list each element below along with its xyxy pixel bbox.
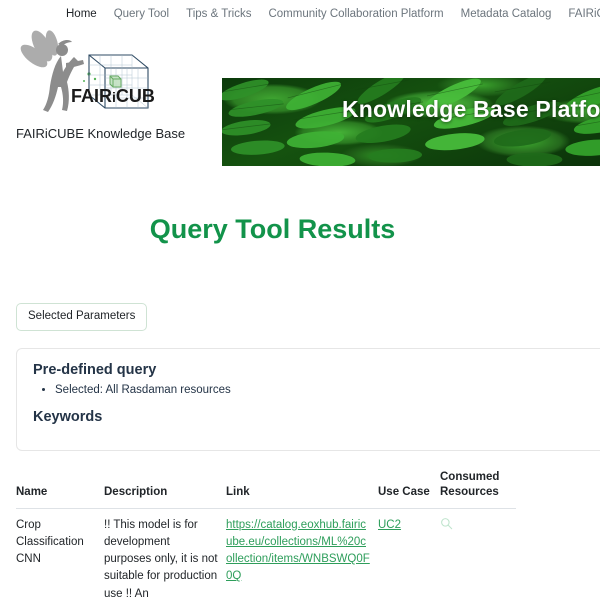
magnifier-icon[interactable] xyxy=(440,517,453,532)
header-banner: Knowledge Base Platfor xyxy=(222,78,600,166)
column-header-name: Name xyxy=(16,469,104,509)
table-header-row: Name Description Link Use Case Consumed … xyxy=(16,469,516,509)
brand-block[interactable]: FAIRiCUBE FAIRiCUBE Knowledge Base xyxy=(0,30,220,141)
nav-item-tips-tricks[interactable]: Tips & Tricks xyxy=(186,9,251,21)
nav-item-query-tool[interactable]: Query Tool xyxy=(114,9,169,21)
cell-use-case: UC2 xyxy=(378,508,440,600)
top-navigation: Home Query Tool Tips & Tricks Community … xyxy=(0,0,600,30)
selected-parameters-card: Pre-defined query Selected: All Rasdaman… xyxy=(16,347,600,451)
keywords-heading: Keywords xyxy=(33,408,103,425)
pre-defined-query-heading: Pre-defined query xyxy=(33,361,157,378)
fairy-cube-logo-icon: FAIRiCUBE xyxy=(14,30,167,122)
nav-item-metadata-catalog[interactable]: Metadata Catalog xyxy=(461,9,552,21)
results-table: Name Description Link Use Case Consumed … xyxy=(16,469,516,600)
cell-consumed-resources xyxy=(440,508,516,600)
pre-defined-query-list: Selected: All Rasdaman resources xyxy=(33,382,600,399)
cell-link: https://catalog.eoxhub.fairicube.eu/coll… xyxy=(226,508,378,600)
column-header-link: Link xyxy=(226,469,378,509)
table-row: Crop Classification CNN !! This model is… xyxy=(16,508,516,600)
nav-item-fairicube-catalog[interactable]: FAIRiCUBE C xyxy=(568,9,600,21)
column-header-consumed-resources: Consumed Resources xyxy=(440,469,516,509)
cell-description: !! This model is for development purpose… xyxy=(104,518,218,600)
results-table-wrapper: Name Description Link Use Case Consumed … xyxy=(16,469,600,600)
column-header-description: Description xyxy=(104,469,226,509)
site-header: FAIRiCUBE FAIRiCUBE Knowledge Base Knowl… xyxy=(0,30,600,166)
column-header-use-case: Use Case xyxy=(378,469,440,509)
banner-title: Knowledge Base Platfor xyxy=(342,96,600,122)
page-title: Query Tool Results xyxy=(149,214,396,244)
resource-link[interactable]: https://catalog.eoxhub.fairicube.eu/coll… xyxy=(226,519,370,583)
logo-wordmark: FAIRiCUBE xyxy=(71,86,154,106)
list-item: Selected: All Rasdaman resources xyxy=(55,382,600,399)
selected-parameters-row: Selected Parameters xyxy=(16,303,600,331)
brand-caption: FAIRiCUBE Knowledge Base xyxy=(16,126,186,141)
nav-item-community-collaboration-platform[interactable]: Community Collaboration Platform xyxy=(268,9,443,21)
use-case-link[interactable]: UC2 xyxy=(378,519,401,531)
selected-parameters-button[interactable]: Selected Parameters xyxy=(16,303,148,331)
cell-name: Crop Classification CNN xyxy=(16,518,84,566)
nav-item-home[interactable]: Home xyxy=(66,9,97,21)
